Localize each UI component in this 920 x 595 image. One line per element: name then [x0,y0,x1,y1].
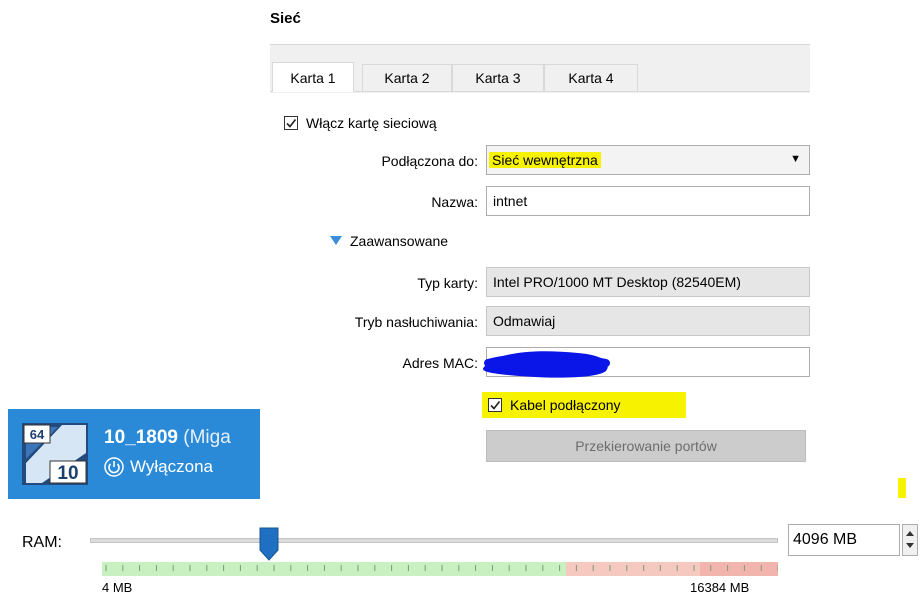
tab-karta-3[interactable]: Karta 3 [452,64,544,92]
spin-up-icon[interactable] [906,531,914,536]
adapter-type-label: Typ karty: [417,275,478,291]
section-title: Sieć [270,10,301,27]
ram-scale-ticks [105,565,778,571]
ram-label: RAM: [22,534,62,551]
expand-triangle-icon[interactable] [330,236,342,245]
attached-to-value: Sieć wewnętrzna [489,152,601,168]
port-forwarding-button[interactable]: Przekierowanie portów [486,430,806,462]
name-label: Nazwa: [431,194,478,210]
enable-adapter-checkbox[interactable] [284,116,298,130]
name-input[interactable]: intnet [486,186,810,216]
ram-value-input[interactable]: 4096 MB [788,524,900,556]
power-off-icon [104,457,124,477]
tab-label: Karta 4 [568,70,614,86]
badge-arch: 64 [30,427,45,442]
tab-karta-4[interactable]: Karta 4 [544,64,638,92]
cable-connected-label: Kabel podłączony [510,397,621,413]
vm-list-item[interactable]: 64 10 10_1809 (Miga Wyłączona [8,409,260,499]
promiscuous-mode-select[interactable]: Odmawiaj [486,306,810,336]
attached-to-label: Podłączona do: [381,153,478,169]
ram-slider-track[interactable] [90,538,778,543]
cable-connected-checkbox[interactable] [488,398,502,412]
vm-name-suffix: (Miga [183,427,231,448]
tab-karta-2[interactable]: Karta 2 [362,64,452,92]
ram-spinner[interactable] [902,524,918,556]
vm-name: 10_1809 [104,427,178,448]
badge-version: 10 [57,463,78,484]
tab-karta-1[interactable]: Karta 1 [272,62,354,92]
attached-to-select[interactable]: Sieć wewnętrzna ▼ [486,145,810,175]
checkmark-icon [286,119,297,128]
ram-max-label: 16384 MB [690,580,750,595]
vm-status: Wyłączona [130,457,213,476]
checkmark-icon [490,401,501,410]
mac-address-label: Adres MAC: [402,355,478,371]
chevron-down-icon: ▼ [790,153,801,165]
spin-down-icon[interactable] [906,543,914,548]
ram-slider-thumb[interactable] [258,526,280,562]
enable-adapter-label: Włącz kartę sieciową [306,115,437,131]
tab-label: Karta 1 [290,69,336,86]
ram-min-label: 4 MB [102,580,133,595]
advanced-toggle[interactable]: Zaawansowane [350,233,448,249]
tab-label: Karta 3 [475,70,521,86]
highlight-mark [898,478,906,498]
promiscuous-mode-label: Tryb nasłuchiwania: [354,314,478,330]
tab-label: Karta 2 [384,70,430,86]
mac-redaction-scribble [483,351,610,378]
windows-os-icon: 64 10 [22,423,88,485]
adapter-type-select[interactable]: Intel PRO/1000 MT Desktop (82540EM) [486,267,810,297]
